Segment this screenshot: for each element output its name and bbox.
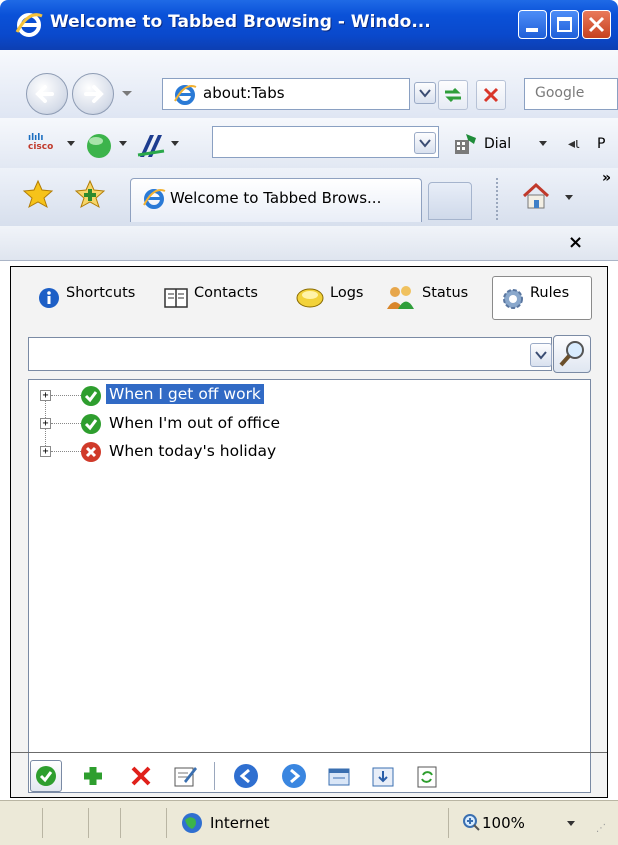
toolbar-grip (496, 178, 500, 220)
maximize-icon (557, 17, 572, 32)
toolbar-combo-input[interactable] (212, 126, 439, 158)
logs-phone-icon (296, 288, 324, 308)
rule-item-selected[interactable]: When I get off work (106, 384, 264, 404)
rule-filter-dropdown[interactable] (530, 343, 552, 367)
window-icon[interactable] (326, 764, 352, 790)
toolbar-divider (11, 752, 607, 753)
new-tab-button[interactable] (428, 182, 472, 220)
window-title: Welcome to Tabbed Browsing - Windo... (50, 12, 431, 32)
tab-title[interactable]: Welcome to Tabbed Brows... (170, 189, 381, 207)
forward-arrow-icon (84, 85, 104, 103)
address-bar[interactable] (162, 78, 410, 110)
rule-filter-input[interactable] (28, 337, 552, 371)
toolbar-combo-dropdown[interactable] (414, 132, 436, 154)
search-button[interactable] (553, 335, 591, 373)
tab-rules-label[interactable]: Rules (530, 285, 569, 301)
maximize-button[interactable] (550, 10, 579, 39)
home-icon[interactable] (520, 180, 552, 212)
expand-toggle-icon[interactable]: + (40, 418, 51, 429)
status-divider (166, 808, 167, 838)
close-window-button[interactable] (582, 10, 611, 39)
delete-rule-icon[interactable] (128, 763, 154, 789)
disabled-x-icon (81, 442, 101, 462)
chevron-down-icon (419, 139, 431, 148)
back-button[interactable] (26, 73, 68, 115)
home-dropdown-icon[interactable] (564, 194, 574, 202)
close-icon (588, 16, 605, 33)
rule-item[interactable]: When I'm out of office (106, 413, 283, 433)
add-rule-icon[interactable] (80, 763, 106, 789)
refresh-button[interactable] (438, 80, 468, 110)
import-icon[interactable] (370, 764, 396, 790)
cisco-dropdown-icon[interactable] (66, 140, 76, 148)
search-placeholder[interactable]: Google (535, 85, 584, 101)
panel-close-button[interactable]: × (568, 232, 583, 253)
history-dropdown-icon[interactable] (121, 90, 133, 98)
resize-grip-icon[interactable]: ⋰ (596, 824, 606, 834)
address-text[interactable]: about:Tabs (203, 84, 285, 102)
tree-connector (51, 423, 83, 424)
chevron-down-icon (535, 351, 547, 360)
minimize-icon (526, 28, 538, 32)
stop-button[interactable] (476, 80, 506, 110)
ie-logo-icon (15, 13, 43, 37)
dial-label[interactable]: Dial (484, 136, 511, 152)
expand-toggle-icon[interactable]: + (40, 390, 51, 401)
presence-dropdown-icon[interactable] (118, 140, 128, 148)
panel-header (0, 226, 618, 261)
status-divider (120, 808, 121, 838)
expand-toggle-icon[interactable]: + (40, 446, 51, 457)
toolbar-separator (214, 762, 215, 790)
info-icon (39, 288, 59, 308)
edit-rule-icon[interactable] (172, 763, 198, 789)
status-divider (42, 808, 43, 838)
tree-connector (51, 395, 83, 396)
tab-logs[interactable]: Logs (330, 285, 363, 301)
refresh-rules-icon[interactable] (414, 764, 440, 790)
address-dropdown-button[interactable] (414, 82, 436, 104)
move-left-icon[interactable] (232, 762, 260, 790)
enable-rule-button[interactable] (30, 760, 62, 792)
dial-phone-icon[interactable] (452, 130, 480, 158)
tab-contacts[interactable]: Contacts (194, 285, 258, 301)
tab-ie-icon (143, 189, 166, 209)
status-people-icon (387, 286, 414, 309)
enabled-check-icon (81, 386, 101, 406)
page-ie-icon (174, 85, 197, 105)
dial-dropdown-icon[interactable] (538, 140, 548, 148)
tab-shortcuts[interactable]: Shortcuts (66, 285, 135, 301)
forward-button[interactable] (72, 73, 114, 115)
chevron-more-icon[interactable]: » (602, 170, 611, 186)
zoom-dropdown-icon[interactable] (566, 820, 576, 828)
speaker-icon[interactable]: ◂ι (568, 136, 580, 152)
add-favorite-icon[interactable] (74, 178, 106, 210)
minimize-button[interactable] (518, 10, 547, 39)
internet-globe-icon (182, 813, 202, 833)
contacts-book-icon (164, 288, 188, 308)
rule-item[interactable]: When today's holiday (106, 441, 279, 461)
tree-connector (51, 451, 83, 452)
refresh-icon (445, 87, 461, 103)
status-divider (88, 808, 89, 838)
cisco-logo-icon[interactable]: ılılı cisco (28, 134, 53, 152)
brand-logo-icon[interactable] (136, 131, 166, 161)
tab-status[interactable]: Status (422, 285, 468, 301)
status-divider (448, 808, 449, 838)
move-right-icon[interactable] (280, 762, 308, 790)
presence-orb-icon[interactable] (84, 131, 114, 161)
favorites-star-icon[interactable] (22, 178, 54, 210)
zoom-level[interactable]: 100% (482, 814, 525, 832)
check-icon (36, 766, 56, 786)
toolbar-p-label[interactable]: P (597, 136, 605, 152)
back-arrow-icon (35, 85, 54, 103)
brand-dropdown-icon[interactable] (170, 140, 180, 148)
security-zone-label[interactable]: Internet (210, 814, 270, 832)
chevron-down-icon (419, 89, 431, 98)
magnifier-icon (559, 341, 584, 367)
stop-icon (483, 87, 499, 103)
zoom-icon (463, 814, 480, 831)
rules-gear-icon (503, 289, 523, 309)
status-bar (0, 800, 618, 845)
enabled-check-icon (81, 414, 101, 434)
